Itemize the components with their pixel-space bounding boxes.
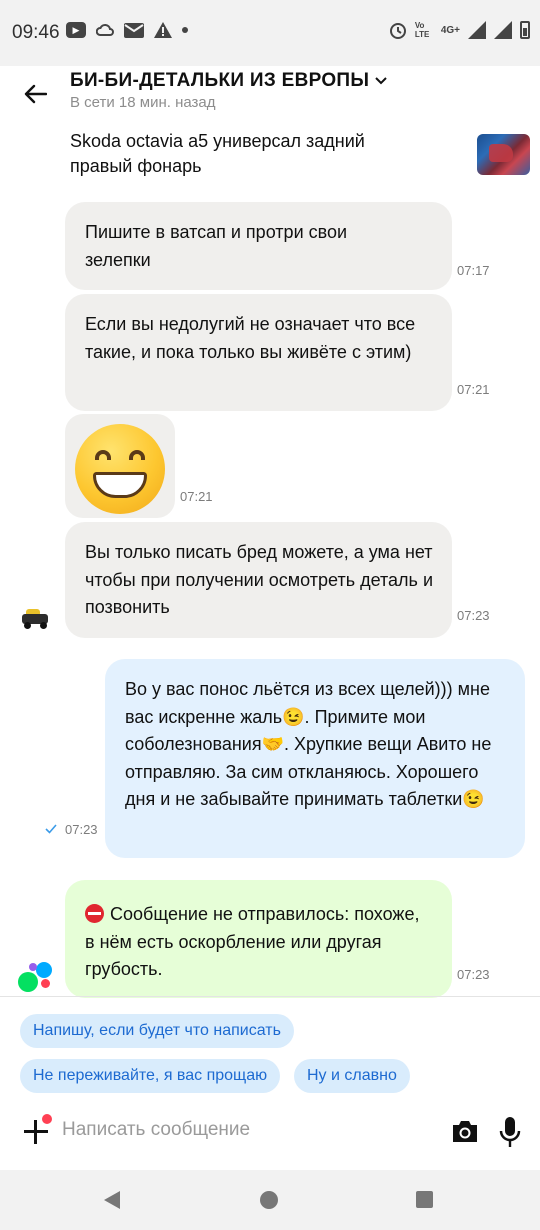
status-time: 09:46 (12, 22, 60, 43)
listing-title[interactable]: Skoda octavia a5 универсал задний правый… (70, 129, 430, 179)
check-icon (45, 824, 57, 834)
nav-recents-button[interactable] (416, 1191, 433, 1208)
mail-icon (124, 22, 144, 38)
listing-thumbnail[interactable] (477, 134, 530, 175)
dot-icon (182, 27, 188, 33)
chat-header: БИ-БИ-ДЕТАЛЬКИ ИЗ ЕВРОПЫ В сети 18 мин. … (0, 66, 540, 122)
message-text: Сообщение не отправилось: похоже, в нём … (85, 904, 420, 979)
nav-back-button[interactable] (104, 1191, 120, 1209)
divider (0, 996, 540, 997)
network-label: 4G+ (440, 24, 460, 36)
signal-icon (468, 21, 486, 39)
quick-reply-chip[interactable]: Не переживайте, я вас прощаю (20, 1059, 281, 1093)
status-bar: 09:46 ▶ Vo LTE 4G+ (0, 0, 540, 66)
message-bubble-incoming[interactable]: Пишите в ватсап и протри свои зелепки 07… (65, 202, 490, 290)
seller-avatar[interactable] (20, 606, 50, 632)
volte-label: Vo LTE (414, 21, 430, 39)
message-text: Вы только писать бред можете, а ума нет … (85, 542, 433, 617)
chat-title[interactable]: БИ-БИ-ДЕТАЛЬКИ ИЗ ЕВРОПЫ (70, 70, 387, 92)
message-text: Во у вас понос льётся из всех щелей))) м… (125, 679, 492, 809)
message-text: Пишите в ватсап и протри свои зелепки (85, 222, 348, 270)
online-status: В сети 18 мин. назад (70, 94, 216, 111)
back-button[interactable] (20, 79, 50, 109)
message-bubble-outgoing[interactable]: Во у вас понос льётся из всех щелей))) м… (105, 659, 525, 858)
notification-icons: ▶ (66, 22, 188, 38)
message-bubble-blocked[interactable]: Сообщение не отправилось: похоже, в нём … (65, 880, 490, 998)
microphone-button[interactable] (498, 1116, 522, 1148)
message-text: Если вы недолугий не означает что все та… (85, 314, 416, 362)
cloud-icon (96, 23, 114, 36)
message-bubble-incoming[interactable]: Если вы недолугий не означает что все та… (65, 294, 490, 411)
message-time: 07:23 (457, 608, 490, 623)
youtube-icon: ▶ (66, 22, 86, 38)
quick-reply-chip[interactable]: Напишу, если будет что написать (20, 1014, 294, 1048)
avito-logo (16, 962, 54, 996)
system-icons: Vo LTE 4G+ (389, 21, 530, 39)
nav-home-button[interactable] (260, 1191, 278, 1209)
signal-icon-2 (494, 21, 512, 39)
message-time: 07:23 (457, 967, 490, 982)
quick-reply-chip[interactable]: Ну и славно (294, 1059, 410, 1093)
camera-icon (453, 1121, 477, 1142)
chevron-down-icon (375, 77, 387, 85)
blocked-notice: Сообщение не отправилось: похоже, в нём … (85, 901, 425, 984)
message-time: 07:17 (457, 263, 490, 278)
message-bubble-incoming[interactable]: Вы только писать бред можете, а ума нет … (65, 522, 490, 638)
battery-icon (520, 21, 530, 39)
camera-button[interactable] (451, 1118, 479, 1144)
notification-dot (42, 1114, 52, 1124)
microphone-icon (499, 1117, 521, 1147)
no-entry-icon (85, 904, 104, 923)
message-time: 07:21 (457, 382, 490, 397)
message-bubble-emoji[interactable]: 07:21 (65, 414, 213, 518)
message-time: 07:21 (180, 489, 213, 504)
message-time: 07:23 (65, 822, 98, 837)
warning-icon (154, 22, 172, 38)
chat-title-text: БИ-БИ-ДЕТАЛЬКИ ИЗ ЕВРОПЫ (70, 70, 370, 91)
grinning-face-emoji (75, 424, 165, 514)
arrow-left-icon (24, 84, 47, 104)
alarm-icon (389, 23, 406, 39)
message-input[interactable] (62, 1110, 432, 1150)
